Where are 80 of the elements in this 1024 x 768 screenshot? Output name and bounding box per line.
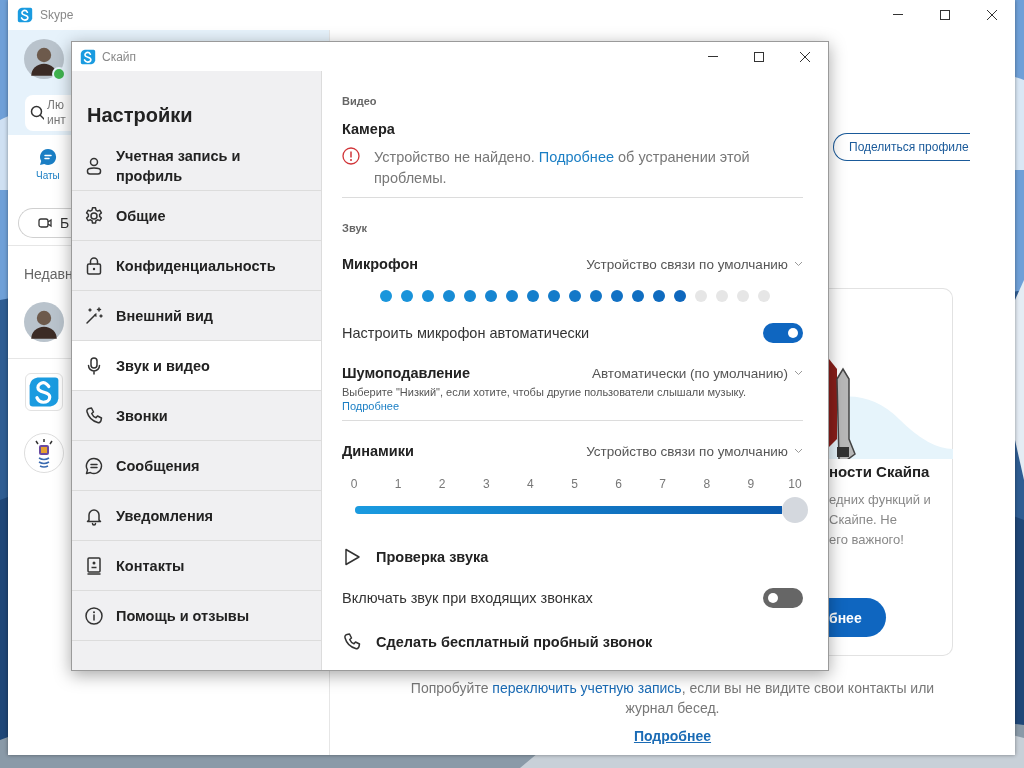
setting-hint: Выберите "Низкий", если хотите, чтобы другие пользователи слышали музыку. [342,385,747,400]
settings-nav-item[interactable]: Звонки [72,391,321,441]
window-title: Скайп [102,49,137,64]
chat-bubble-icon [37,147,58,167]
slider-tick-label: 1 [394,477,403,491]
promo-text: Скайпе. Не [829,511,898,529]
maximize-icon [753,50,765,63]
phone-icon [342,632,362,652]
settings-title: Настройки [87,104,194,127]
section-label: Звук [342,222,368,234]
contact-book-icon [84,555,104,576]
setting-label: Включать звук при входящих звонках [342,590,593,606]
bot-avatar-icon [24,433,64,473]
learn-more-button[interactable]: бнее [829,598,886,637]
settings-icon [84,205,104,226]
avatar-icon [24,39,64,79]
account-hint: Попробуйте переключить учетную запись, если вы не видите свои контакты или журнал бесед. [409,679,936,718]
details-link[interactable]: Подробнее [342,400,400,412]
settings-nav-item[interactable]: Общие [72,191,321,241]
device-dropdown[interactable]: Устройство связи по умолчанию [586,256,803,272]
phone-icon [84,405,104,426]
setting-title: Микрофон [342,256,419,272]
skype-logo-icon [80,48,96,65]
magic-wand-icon [84,305,104,326]
error-icon [342,147,360,165]
slider-tick-label: 6 [614,477,623,491]
chat-bubble-icon [84,455,104,476]
slider-tick-label: 8 [702,477,711,491]
promo-text: его важного! [829,531,905,549]
chevron-down-icon [794,370,803,376]
maximize-icon [938,9,951,21]
meet-button[interactable]: Б [18,208,71,238]
details-link[interactable]: Подробнее [538,149,614,165]
settings-nav-item[interactable]: Контакты [72,541,321,591]
avatar-icon [24,302,64,342]
switch-account-link[interactable]: переключить учетную запись [492,680,682,696]
settings-nav-item[interactable]: Сообщения [72,441,321,491]
settings-nav-item[interactable]: Помощь и отзывы [72,591,321,641]
promo-title: ности Скайпа [829,463,931,480]
setting-title: Динамики [342,443,414,459]
slider-tick-label: 7 [658,477,667,491]
slider-thumb[interactable] [782,497,808,523]
settings-nav-item[interactable]: Звук и видео [72,341,321,391]
chevron-down-icon [794,261,803,267]
share-profile-button[interactable]: Поделиться профиле [833,133,970,161]
settings-nav-item[interactable]: Учетная запись и профиль [72,141,321,191]
toggle-switch[interactable] [763,323,803,343]
chats-tab[interactable]: Чаты [36,147,60,193]
settings-nav-item[interactable]: Конфиденциальность [72,241,321,291]
error-message: Устройство не найдено. Подробнее об устранении этой проблемы. [374,148,751,188]
info-icon [84,605,104,626]
search-icon [30,105,44,121]
lock-icon [84,255,104,276]
video-camera-icon [38,216,52,230]
test-sound-button[interactable]: Проверка звука [342,547,489,567]
slider-tick-label: 4 [526,477,535,491]
device-dropdown[interactable]: Автоматически (по умолчанию) [591,365,803,381]
chevron-down-icon [794,448,803,454]
play-icon [342,547,362,567]
setting-title: Шумоподавление [342,365,471,381]
toggle-switch[interactable] [763,588,803,608]
slider-tick-label: 3 [482,477,491,491]
slider-tick-label: 9 [746,477,755,491]
close-icon [985,9,998,21]
skype-logo-icon [17,7,33,23]
section-label: Видео [342,95,378,107]
setting-label: Настроить микрофон автоматически [342,325,590,341]
window-title: Skype [40,8,74,22]
slider-tick-label: 2 [438,477,447,491]
learn-more-link[interactable]: Подробнее [633,728,712,744]
promo-text: едних функций и [829,491,932,509]
settings-nav-item[interactable]: Уведомления [72,491,321,541]
slider-tick-label: 5 [570,477,579,491]
setting-title: Камера [342,121,396,137]
person-icon [84,155,104,176]
device-dropdown[interactable]: Устройство связи по умолчанию [586,443,803,459]
close-icon [799,50,811,63]
test-call-button[interactable]: Сделать бесплатный пробный звонок [342,632,653,652]
slider-tick-label: 0 [350,477,358,491]
search-field[interactable]: Лю инт [25,95,71,131]
